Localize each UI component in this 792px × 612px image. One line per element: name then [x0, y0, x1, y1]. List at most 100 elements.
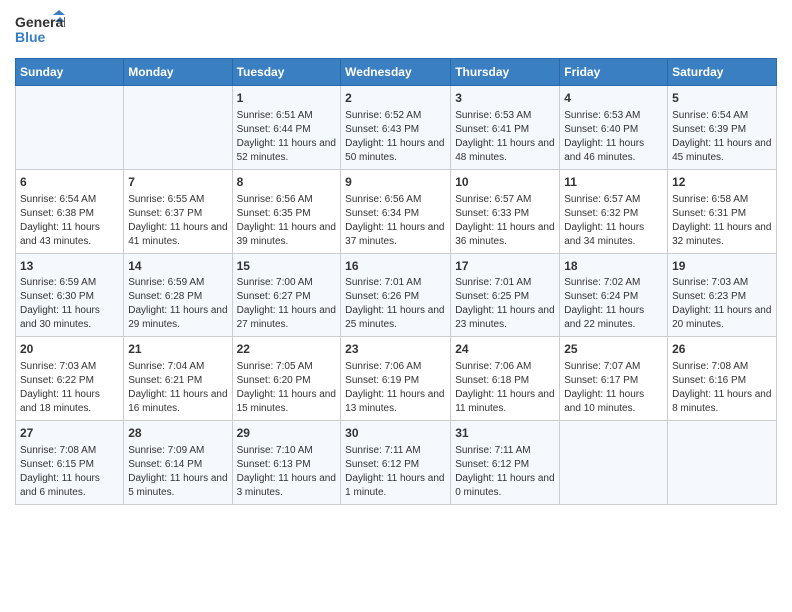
day-info: Daylight: 11 hours and 36 minutes. — [455, 221, 555, 249]
day-number: 9 — [345, 174, 446, 191]
day-info: Daylight: 11 hours and 50 minutes. — [345, 137, 446, 165]
calendar-cell: 20Sunrise: 7:03 AMSunset: 6:22 PMDayligh… — [16, 337, 124, 421]
calendar-cell: 8Sunrise: 6:56 AMSunset: 6:35 PMDaylight… — [232, 169, 341, 253]
day-number: 20 — [20, 341, 119, 358]
day-number: 30 — [345, 425, 446, 442]
calendar-table: SundayMondayTuesdayWednesdayThursdayFrid… — [15, 58, 777, 505]
day-info: Sunset: 6:16 PM — [672, 374, 772, 388]
day-number: 3 — [455, 90, 555, 107]
day-info: Sunset: 6:23 PM — [672, 290, 772, 304]
day-info: Daylight: 11 hours and 27 minutes. — [237, 304, 337, 332]
day-info: Sunrise: 6:51 AM — [237, 109, 337, 123]
day-info: Daylight: 11 hours and 46 minutes. — [564, 137, 663, 165]
day-info: Sunrise: 7:04 AM — [128, 360, 227, 374]
page-header: GeneralBlue — [15, 10, 777, 50]
logo-svg: GeneralBlue — [15, 10, 65, 50]
calendar-cell: 3Sunrise: 6:53 AMSunset: 6:41 PMDaylight… — [451, 86, 560, 170]
header-thursday: Thursday — [451, 59, 560, 86]
week-row-2: 6Sunrise: 6:54 AMSunset: 6:38 PMDaylight… — [16, 169, 777, 253]
day-info: Sunrise: 7:01 AM — [455, 276, 555, 290]
calendar-cell: 16Sunrise: 7:01 AMSunset: 6:26 PMDayligh… — [341, 253, 451, 337]
day-info: Sunset: 6:28 PM — [128, 290, 227, 304]
day-number: 4 — [564, 90, 663, 107]
day-info: Sunset: 6:19 PM — [345, 374, 446, 388]
day-info: Sunrise: 7:05 AM — [237, 360, 337, 374]
day-info: Daylight: 11 hours and 15 minutes. — [237, 388, 337, 416]
day-info: Daylight: 11 hours and 13 minutes. — [345, 388, 446, 416]
header-sunday: Sunday — [16, 59, 124, 86]
day-info: Sunrise: 6:54 AM — [672, 109, 772, 123]
day-info: Sunset: 6:30 PM — [20, 290, 119, 304]
day-info: Daylight: 11 hours and 52 minutes. — [237, 137, 337, 165]
calendar-cell: 23Sunrise: 7:06 AMSunset: 6:19 PMDayligh… — [341, 337, 451, 421]
day-info: Sunrise: 6:57 AM — [564, 193, 663, 207]
calendar-cell: 4Sunrise: 6:53 AMSunset: 6:40 PMDaylight… — [560, 86, 668, 170]
calendar-cell: 28Sunrise: 7:09 AMSunset: 6:14 PMDayligh… — [124, 421, 232, 505]
calendar-cell: 31Sunrise: 7:11 AMSunset: 6:12 PMDayligh… — [451, 421, 560, 505]
day-info: Sunset: 6:21 PM — [128, 374, 227, 388]
day-number: 21 — [128, 341, 227, 358]
day-info: Daylight: 11 hours and 18 minutes. — [20, 388, 119, 416]
svg-text:General: General — [15, 14, 65, 30]
day-info: Daylight: 11 hours and 8 minutes. — [672, 388, 772, 416]
svg-text:Blue: Blue — [15, 29, 46, 45]
week-row-5: 27Sunrise: 7:08 AMSunset: 6:15 PMDayligh… — [16, 421, 777, 505]
day-info: Sunset: 6:20 PM — [237, 374, 337, 388]
day-info: Daylight: 11 hours and 5 minutes. — [128, 472, 227, 500]
day-info: Sunrise: 7:02 AM — [564, 276, 663, 290]
day-number: 8 — [237, 174, 337, 191]
day-number: 22 — [237, 341, 337, 358]
day-info: Sunrise: 7:03 AM — [20, 360, 119, 374]
day-info: Sunrise: 7:08 AM — [20, 444, 119, 458]
calendar-cell: 5Sunrise: 6:54 AMSunset: 6:39 PMDaylight… — [668, 86, 777, 170]
day-info: Sunset: 6:34 PM — [345, 207, 446, 221]
day-number: 1 — [237, 90, 337, 107]
day-info: Sunset: 6:27 PM — [237, 290, 337, 304]
day-number: 13 — [20, 258, 119, 275]
week-row-3: 13Sunrise: 6:59 AMSunset: 6:30 PMDayligh… — [16, 253, 777, 337]
day-info: Sunrise: 7:10 AM — [237, 444, 337, 458]
header-monday: Monday — [124, 59, 232, 86]
day-info: Daylight: 11 hours and 22 minutes. — [564, 304, 663, 332]
logo: GeneralBlue — [15, 10, 65, 50]
day-info: Daylight: 11 hours and 16 minutes. — [128, 388, 227, 416]
day-info: Sunset: 6:41 PM — [455, 123, 555, 137]
day-info: Daylight: 11 hours and 20 minutes. — [672, 304, 772, 332]
calendar-cell: 24Sunrise: 7:06 AMSunset: 6:18 PMDayligh… — [451, 337, 560, 421]
calendar-cell: 7Sunrise: 6:55 AMSunset: 6:37 PMDaylight… — [124, 169, 232, 253]
calendar-cell: 29Sunrise: 7:10 AMSunset: 6:13 PMDayligh… — [232, 421, 341, 505]
day-info: Sunrise: 6:53 AM — [564, 109, 663, 123]
day-number: 14 — [128, 258, 227, 275]
day-number: 18 — [564, 258, 663, 275]
day-number: 12 — [672, 174, 772, 191]
day-info: Sunset: 6:31 PM — [672, 207, 772, 221]
calendar-cell: 13Sunrise: 6:59 AMSunset: 6:30 PMDayligh… — [16, 253, 124, 337]
calendar-cell: 6Sunrise: 6:54 AMSunset: 6:38 PMDaylight… — [16, 169, 124, 253]
day-number: 5 — [672, 90, 772, 107]
day-info: Sunrise: 6:53 AM — [455, 109, 555, 123]
week-row-4: 20Sunrise: 7:03 AMSunset: 6:22 PMDayligh… — [16, 337, 777, 421]
calendar-cell: 1Sunrise: 6:51 AMSunset: 6:44 PMDaylight… — [232, 86, 341, 170]
day-info: Daylight: 11 hours and 3 minutes. — [237, 472, 337, 500]
day-info: Sunrise: 7:11 AM — [345, 444, 446, 458]
week-row-1: 1Sunrise: 6:51 AMSunset: 6:44 PMDaylight… — [16, 86, 777, 170]
calendar-cell: 18Sunrise: 7:02 AMSunset: 6:24 PMDayligh… — [560, 253, 668, 337]
day-info: Sunrise: 6:56 AM — [237, 193, 337, 207]
day-info: Sunset: 6:15 PM — [20, 458, 119, 472]
day-info: Sunset: 6:39 PM — [672, 123, 772, 137]
calendar-header-row: SundayMondayTuesdayWednesdayThursdayFrid… — [16, 59, 777, 86]
day-info: Sunrise: 6:56 AM — [345, 193, 446, 207]
calendar-cell: 26Sunrise: 7:08 AMSunset: 6:16 PMDayligh… — [668, 337, 777, 421]
day-number: 15 — [237, 258, 337, 275]
day-info: Sunset: 6:37 PM — [128, 207, 227, 221]
day-info: Sunset: 6:32 PM — [564, 207, 663, 221]
day-info: Sunrise: 7:09 AM — [128, 444, 227, 458]
day-number: 10 — [455, 174, 555, 191]
calendar-cell: 25Sunrise: 7:07 AMSunset: 6:17 PMDayligh… — [560, 337, 668, 421]
day-info: Sunrise: 6:58 AM — [672, 193, 772, 207]
day-number: 28 — [128, 425, 227, 442]
day-info: Daylight: 11 hours and 1 minute. — [345, 472, 446, 500]
calendar-cell — [16, 86, 124, 170]
day-info: Sunset: 6:25 PM — [455, 290, 555, 304]
day-number: 31 — [455, 425, 555, 442]
